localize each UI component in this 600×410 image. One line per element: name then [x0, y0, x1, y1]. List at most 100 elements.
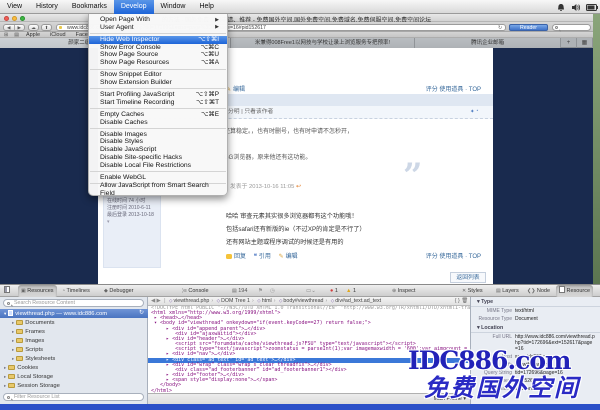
- post-action-right-links[interactable]: 评分 使用道具 · TOP: [356, 251, 481, 260]
- menu-item-user-agent[interactable]: User Agent: [89, 24, 227, 32]
- menu-item-show-page-resources[interactable]: Show Page Resources⌥⌘A: [89, 59, 227, 67]
- post-toolbar-links[interactable]: 评分 使用道具 · TOP: [356, 84, 481, 93]
- blockquote-mark: ”: [403, 156, 423, 196]
- menu-item-empty-caches[interactable]: Empty Caches⌥⌘E: [89, 111, 227, 119]
- menu-bookmarks[interactable]: Bookmarks: [65, 0, 114, 14]
- braces-icon[interactable]: { }: [455, 298, 460, 304]
- menu-item-enable-webgl[interactable]: Enable WebGL: [89, 174, 227, 182]
- bookmark-apple[interactable]: Apple: [26, 32, 40, 38]
- sidebar-local-storage[interactable]: ▸Local Storage: [0, 372, 148, 381]
- menu-item-show-error-console[interactable]: Show Error Console⌥⌘C: [89, 44, 227, 52]
- error-icon: ●: [330, 288, 333, 294]
- menu-item-disable-javascript[interactable]: Disable JavaScript: [89, 146, 227, 154]
- menu-window[interactable]: Window: [154, 0, 193, 14]
- sidebar-cookies[interactable]: ▸Cookies: [0, 363, 148, 372]
- page-resource-icon: [8, 310, 13, 317]
- menu-view[interactable]: View: [0, 0, 29, 14]
- edit-post-link[interactable]: ✎编辑: [226, 84, 245, 93]
- quote-link[interactable]: 引用: [259, 254, 271, 260]
- tab-3[interactable]: 腾讯企业邮箱: [415, 38, 561, 48]
- battery-icon[interactable]: [586, 4, 598, 11]
- quoted-text-line1: 还算稳定。，也有时删号，也有时申请不怎秒开，: [224, 126, 353, 135]
- sidebar-folder-documents[interactable]: ▸Documents: [0, 318, 148, 327]
- forward-icon[interactable]: ▶: [15, 25, 25, 30]
- bookmark-icloud[interactable]: iCloud: [50, 32, 66, 38]
- user-register-date: 注册时间 2010-6-11: [107, 205, 160, 212]
- sidebar-search-icon: [7, 302, 10, 305]
- menu-help[interactable]: Help: [192, 0, 220, 14]
- inspector-statusbar: Main Frame ▾: [148, 393, 470, 404]
- bell-icon[interactable]: [557, 3, 565, 12]
- sidebar-session-storage[interactable]: ▸Session Storage: [0, 381, 148, 390]
- menu-item-allow-javascript-smart-search[interactable]: Allow JavaScript from Smart Search Field: [89, 186, 227, 194]
- screen: View History Bookmarks Develop Window He…: [0, 0, 600, 410]
- back-forward-buttons[interactable]: ◀▶: [3, 24, 25, 31]
- resource-search-input[interactable]: Search Resource Content: [3, 299, 144, 307]
- sidebar-folder-images[interactable]: ▸Images: [0, 336, 148, 345]
- reload-resource-icon[interactable]: ↻: [139, 309, 144, 318]
- menu-history[interactable]: History: [29, 0, 65, 14]
- section-location[interactable]: ▾ Location: [471, 323, 600, 333]
- crumb-body[interactable]: body#viewthread: [283, 298, 323, 304]
- post-header-text[interactable]: 分明 | 只看该作者: [228, 106, 273, 119]
- post-body-line1: 哈哈 审查元素其实很多浏览器都有这个功能哦！: [226, 211, 358, 220]
- share-button[interactable]: ⬆: [41, 24, 52, 31]
- back-to-list-button[interactable]: 返回列表: [450, 272, 486, 283]
- menu-item-show-extension-builder[interactable]: Show Extension Builder: [89, 79, 227, 87]
- tab-overview-icon[interactable]: ▦: [577, 38, 593, 48]
- console-icon: ⟩≡: [182, 288, 187, 294]
- top-sites-button[interactable]: ☁: [28, 24, 39, 31]
- menu-separator: [90, 128, 226, 129]
- user-panel-caret-icon[interactable]: ▾: [107, 219, 160, 226]
- crumb-doc-icon: ◇: [217, 298, 220, 303]
- crumb-doc-icon: ◇: [279, 298, 282, 303]
- menu-item-disable-caches[interactable]: Disable Caches: [89, 119, 227, 127]
- quote-backlink-icon[interactable]: ↩: [296, 184, 301, 190]
- post-floor-icons: ✦﹡: [470, 106, 480, 119]
- folder-icon: [16, 338, 23, 343]
- menu-item-disable-images[interactable]: Disable Images: [89, 131, 227, 139]
- back-icon[interactable]: ◀: [4, 25, 15, 30]
- section-type[interactable]: ▾ Type: [471, 297, 600, 307]
- develop-menu: Open Page With User Agent Hide Web Inspe…: [88, 14, 228, 196]
- edit-link[interactable]: 编辑: [286, 254, 298, 260]
- folder-icon: [8, 374, 15, 379]
- menu-item-disable-styles[interactable]: Disable Styles: [89, 138, 227, 146]
- menu-item-hide-web-inspector[interactable]: Hide Web Inspector⌥⇧⌘I: [89, 36, 227, 44]
- trash-icon[interactable]: 🗑: [461, 298, 468, 304]
- menu-item-disable-local-file-restrictions[interactable]: Disable Local File Restrictions: [89, 162, 227, 170]
- menu-develop[interactable]: Develop: [114, 0, 154, 14]
- quoted-text-line2: GG浏览器，原来他还有这功能。: [224, 152, 311, 161]
- crumb-domtree[interactable]: DOM Tree 1: [221, 298, 250, 304]
- history-back-icon[interactable]: ◀ ▶: [151, 298, 161, 304]
- top-sites-grid-icon[interactable]: ⊞: [4, 32, 8, 38]
- sidebar-folder-scripts[interactable]: ▸Scripts: [0, 345, 148, 354]
- menu-item-show-snippet-editor[interactable]: Show Snippet Editor: [89, 71, 227, 79]
- folder-icon: [16, 329, 23, 334]
- new-tab-button[interactable]: +: [561, 38, 577, 48]
- sidebar-folder-stylesheets[interactable]: ▸Stylesheets: [0, 354, 148, 363]
- folder-icon: [16, 356, 23, 361]
- menu-item-start-profiling-javascript[interactable]: Start Profiling JavaScript⌥⇧⌘P: [89, 91, 227, 99]
- layers-icon: ▤: [496, 288, 501, 294]
- menu-item-start-timeline-recording[interactable]: Start Timeline Recording⌥⇧⌘T: [89, 99, 227, 107]
- sidebar-folder-frames[interactable]: ▸Frames: [0, 327, 148, 336]
- menu-item-disable-site-specific-hacks[interactable]: Disable Site-specific Hacks: [89, 154, 227, 162]
- reader-button[interactable]: Reader: [509, 24, 548, 31]
- quote-source[interactable]: 发表于 2013-10-16 11:05 ↩: [230, 181, 301, 190]
- volume-icon[interactable]: [571, 3, 580, 12]
- menu-item-show-page-source[interactable]: Show Page Source⌥⌘U: [89, 51, 227, 59]
- reply-link[interactable]: 回复: [234, 254, 246, 260]
- crumb-ad-text[interactable]: div#ad_text.ad_text: [335, 298, 381, 304]
- resource-filter-input[interactable]: Filter Resource List: [3, 393, 144, 401]
- crumb-html[interactable]: html: [262, 298, 272, 304]
- crumb-viewthread[interactable]: viewthread.php: [173, 298, 209, 304]
- tab-2[interactable]: 米兼得008Free1以网技与学校让录上浏览服务专把预率!: [231, 38, 416, 48]
- search-field[interactable]: [552, 24, 591, 31]
- selected-resource-row[interactable]: ▾viewthread.php — www.idc886.com↻: [0, 309, 148, 318]
- timelines-icon: ◔: [62, 288, 65, 294]
- reading-list-icon[interactable]: ▤: [14, 32, 19, 38]
- menu-item-open-page-with[interactable]: Open Page With: [89, 16, 227, 24]
- bottom-blue-band: [0, 404, 600, 410]
- document-count-icon: ▤: [232, 288, 237, 294]
